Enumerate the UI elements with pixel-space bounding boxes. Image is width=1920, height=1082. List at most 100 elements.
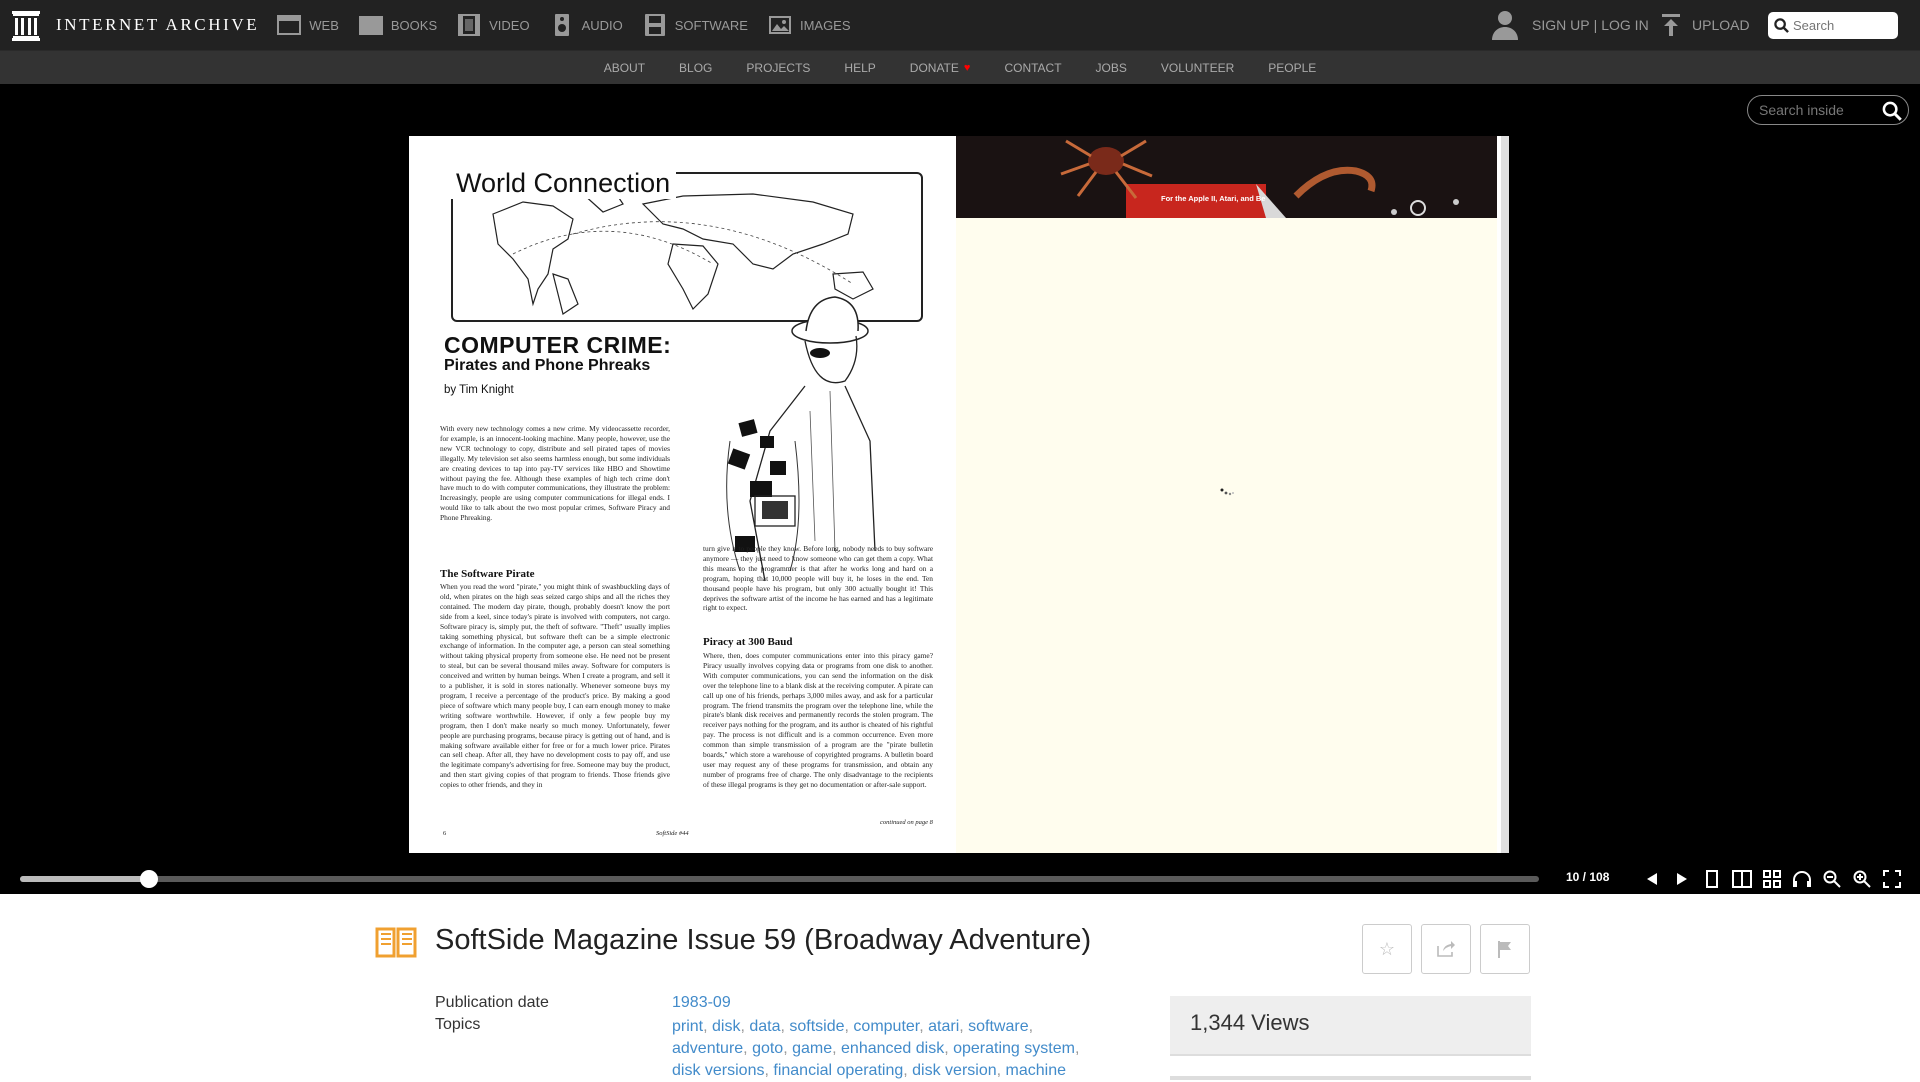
two-page-view-button[interactable] [1730,867,1754,891]
article-subtitle: Pirates and Phone Phreaks [444,357,651,374]
page-footer: SoftSide #44 [656,830,689,837]
article-section-pirate: When you read the word "pirate," you mig… [440,582,670,790]
topic-link[interactable]: disk version [912,1062,996,1079]
pub-date-value[interactable]: 1983-09 [672,994,731,1012]
user-box: SIGN UP | LOG IN [1490,0,1649,50]
topic-link[interactable]: data [749,1018,780,1035]
media-menu: WEB BOOKS VIDEO AUDIO SOFTWARE IMAGES [277,14,870,36]
media-video[interactable]: VIDEO [457,14,530,36]
item-actions: ☆ [1362,924,1539,974]
topic-separator: , [944,1040,954,1057]
search-inside-box[interactable]: Search inside [1747,95,1909,125]
favorite-button[interactable]: ☆ [1362,924,1412,974]
topic-link[interactable]: print [672,1018,703,1035]
headphones-icon [1793,871,1811,887]
topic-separator: , [832,1040,842,1057]
page-slider-thumb[interactable] [140,870,159,888]
top-nav: INTERNET ARCHIVE WEB BOOKS VIDEO AUDIO S… [0,0,1920,50]
topic-link[interactable]: machine [1006,1062,1066,1079]
section-heading-pirate: The Software Pirate [440,568,535,580]
page-right[interactable]: For the Apple II, Atari, and Be [956,136,1497,853]
subnav-donate-label: DONATE [909,60,959,75]
media-images-label: IMAGES [799,17,851,33]
images-icon [768,16,791,34]
flag-button[interactable] [1480,924,1530,974]
subnav-help[interactable]: HELP [844,61,875,75]
login-link[interactable]: LOG IN [1601,17,1648,33]
logo[interactable]: INTERNET ARCHIVE [12,9,259,41]
grid-icon [1763,870,1781,888]
page-spread: World Connection COMPUTER CRIME: Pirates… [409,136,1509,853]
media-books[interactable]: BOOKS [358,14,438,36]
topic-link[interactable]: computer [853,1018,919,1035]
search-inside-icon[interactable] [1882,101,1902,121]
share-button[interactable] [1421,924,1471,974]
media-web[interactable]: WEB [277,14,339,36]
media-video-label: VIDEO [489,17,530,33]
read-aloud-button[interactable] [1790,867,1814,891]
topic-separator: , [1028,1018,1034,1035]
fullscreen-button[interactable] [1880,867,1904,891]
article-title: COMPUTER CRIME: [444,332,672,358]
next-page-button[interactable] [1670,867,1694,891]
zoom-in-button[interactable] [1850,867,1874,891]
one-page-view-button[interactable] [1700,867,1724,891]
article-byline: by Tim Knight [444,384,514,396]
fullscreen-icon [1883,870,1901,888]
topic-separator: , [783,1040,793,1057]
map-title: World Connection [450,168,677,199]
item-details: SoftSide Magazine Issue 59 (Broadway Adv… [0,894,1920,1080]
item-title: SoftSide Magazine Issue 59 (Broadway Adv… [435,924,1092,956]
subnav-contact[interactable]: CONTACT [1004,61,1061,75]
topic-link[interactable]: disk versions [672,1062,764,1079]
loading-spinner-icon [1220,483,1234,496]
search-inside-input[interactable]: Search inside [1759,102,1844,118]
thumbnail-view-button[interactable] [1760,867,1784,891]
audio-icon [554,14,569,36]
search-input[interactable] [1793,18,1893,33]
subnav-donate[interactable]: DONATE ♥ [910,61,971,75]
prev-page-button[interactable] [1640,867,1664,891]
topic-link[interactable]: operating system [953,1040,1075,1057]
flag-icon [1498,941,1511,958]
subnav-jobs[interactable]: JOBS [1096,61,1127,75]
topic-link[interactable]: disk [712,1018,740,1035]
subnav-blog[interactable]: BLOG [679,61,712,75]
article-column2-top: turn give it to people they know. Before… [703,544,933,613]
article-section-baud: Where, then, does computer communication… [703,651,933,789]
share-icon [1437,941,1455,957]
topic-link[interactable]: financial operating [773,1062,903,1079]
topic-link[interactable]: goto [752,1040,783,1057]
media-web-label: WEB [309,17,339,33]
search-box[interactable] [1768,12,1898,39]
subnav-about[interactable]: ABOUT [604,61,645,75]
topic-link[interactable]: game [792,1040,832,1057]
reader-controls: 10 / 108 [0,864,1920,894]
logo-text: INTERNET ARCHIVE [56,15,260,34]
subnav-people[interactable]: PEOPLE [1268,61,1316,75]
archive-building-icon [12,11,40,41]
video-icon [458,14,481,36]
topic-link[interactable]: software [968,1018,1028,1035]
topic-link[interactable]: adventure [672,1040,743,1057]
media-books-label: BOOKS [390,17,438,33]
sub-nav: ABOUT BLOG PROJECTS HELP DONATE ♥ CONTACT… [0,50,1920,84]
upload-button[interactable]: UPLOAD [1660,0,1750,50]
zoom-out-button[interactable] [1820,867,1844,891]
topic-separator: , [703,1018,713,1035]
topic-separator: , [903,1062,913,1079]
media-software[interactable]: SOFTWARE [643,14,748,36]
page-slider[interactable] [20,870,1539,888]
signup-link[interactable]: SIGN UP [1532,17,1590,33]
subnav-volunteer[interactable]: VOLUNTEER [1161,61,1234,75]
topic-link[interactable]: enhanced disk [841,1040,944,1057]
media-images[interactable]: IMAGES [768,14,851,36]
banner-text: For the Apple II, Atari, and Be [1161,194,1266,203]
page-left[interactable]: World Connection COMPUTER CRIME: Pirates… [410,136,955,853]
subnav-projects[interactable]: PROJECTS [746,61,810,75]
page-right-banner: For the Apple II, Atari, and Be [956,136,1497,218]
stats-panel-edge [1170,1076,1531,1080]
topic-link[interactable]: atari [928,1018,959,1035]
media-audio[interactable]: AUDIO [550,14,623,36]
topic-link[interactable]: softside [789,1018,844,1035]
